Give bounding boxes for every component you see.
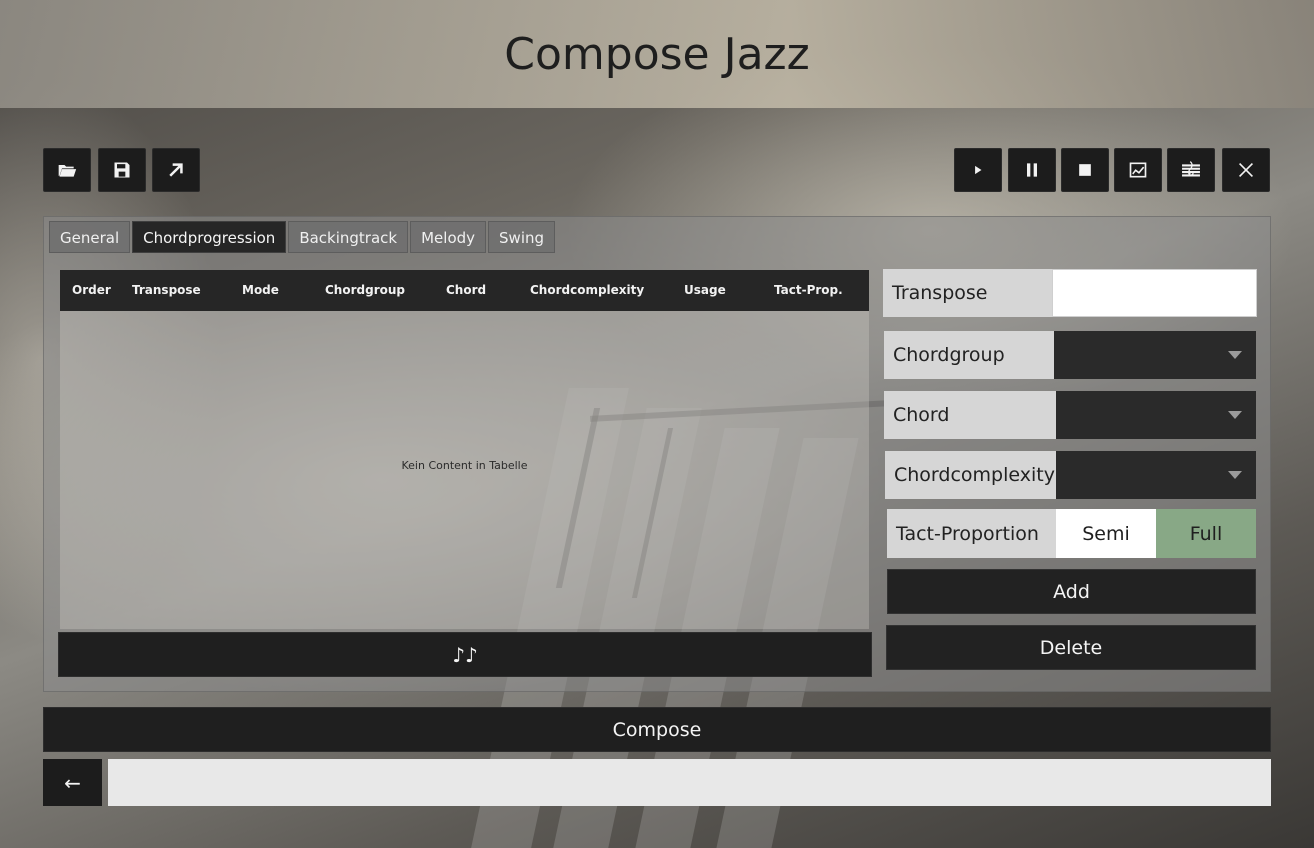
title-bar: Compose Jazz — [0, 0, 1314, 108]
transpose-input[interactable] — [1052, 269, 1257, 317]
play-button[interactable] — [954, 148, 1002, 192]
column-header-chordgroup[interactable]: Chordgroup — [325, 283, 405, 297]
tab-backingtrack[interactable]: Backingtrack — [288, 221, 409, 253]
folder-open-icon — [58, 165, 77, 177]
play-icon — [975, 165, 982, 175]
add-button[interactable]: Add — [887, 569, 1256, 614]
arrow-up-right-icon — [169, 163, 183, 177]
export-button[interactable] — [152, 148, 200, 192]
floppy-disk-icon — [114, 162, 130, 178]
line-chart-icon — [1129, 162, 1147, 178]
chart-button[interactable] — [1114, 148, 1162, 192]
tab-general[interactable]: General — [49, 221, 131, 253]
chevron-down-icon — [1228, 471, 1242, 479]
transpose-label: Transpose — [883, 269, 1052, 317]
stop-button[interactable] — [1061, 148, 1109, 192]
page-title: Compose Jazz — [504, 28, 810, 80]
arrow-left-icon: ← — [64, 770, 81, 795]
transpose-field: Transpose — [883, 269, 1257, 317]
chord-label: Chord — [884, 391, 1056, 439]
column-header-mode[interactable]: Mode — [242, 283, 279, 297]
back-button[interactable]: ← — [43, 759, 102, 806]
pause-icon — [1027, 163, 1037, 177]
tact-proportion-semi-option[interactable]: Semi — [1056, 509, 1156, 558]
music-notes-icon: ♪♪ — [452, 642, 478, 667]
column-header-chord[interactable]: Chord — [446, 283, 486, 297]
chordcomplexity-dropdown[interactable] — [1056, 451, 1256, 499]
open-folder-button[interactable] — [43, 148, 91, 192]
status-bar — [108, 759, 1271, 806]
chordgroup-dropdown[interactable] — [1054, 331, 1256, 379]
chevron-down-icon — [1228, 411, 1242, 419]
empty-table-message: Kein Content in Tabelle — [401, 459, 528, 472]
chordgroup-label: Chordgroup — [884, 331, 1054, 379]
close-button[interactable] — [1222, 148, 1270, 192]
save-button[interactable] — [98, 148, 146, 192]
chordgroup-field: Chordgroup — [884, 331, 1256, 379]
column-header-chordcomplexity[interactable]: Chordcomplexity — [530, 283, 644, 297]
compose-button[interactable]: Compose — [43, 707, 1271, 752]
delete-button[interactable]: Delete — [886, 625, 1256, 670]
tab-chordprogression[interactable]: Chordprogression — [132, 221, 287, 253]
table-header: Order Transpose Mode Chordgroup Chord Ch… — [60, 270, 869, 311]
tab-melody[interactable]: Melody — [410, 221, 487, 253]
close-icon — [1239, 163, 1253, 177]
column-header-order[interactable]: Order — [72, 283, 111, 297]
chordcomplexity-field: Chordcomplexity — [885, 451, 1256, 499]
tact-proportion-full-option[interactable]: Full — [1156, 509, 1256, 558]
pause-button[interactable] — [1008, 148, 1056, 192]
main-panel: General Chordprogression Backingtrack Me… — [43, 216, 1271, 692]
tact-proportion-label: Tact-Proportion — [887, 509, 1056, 558]
table-body[interactable]: Kein Content in Tabelle — [60, 311, 869, 629]
chevron-down-icon — [1228, 351, 1242, 359]
chordcomplexity-label: Chordcomplexity — [885, 451, 1056, 499]
column-header-usage[interactable]: Usage — [684, 283, 726, 297]
column-header-tact-prop[interactable]: Tact-Prop. — [774, 283, 843, 297]
chord-field: Chord — [884, 391, 1256, 439]
column-header-transpose[interactable]: Transpose — [132, 283, 201, 297]
tab-swing[interactable]: Swing — [488, 221, 556, 253]
score-button[interactable] — [1167, 148, 1215, 192]
chord-dropdown[interactable] — [1056, 391, 1256, 439]
tact-proportion-field: Tact-Proportion Semi Full — [887, 509, 1256, 558]
stop-icon — [1079, 164, 1091, 176]
music-notes-button[interactable]: ♪♪ — [58, 632, 872, 677]
music-score-icon — [1182, 161, 1200, 177]
tab-bar: General Chordprogression Backingtrack Me… — [49, 221, 556, 253]
